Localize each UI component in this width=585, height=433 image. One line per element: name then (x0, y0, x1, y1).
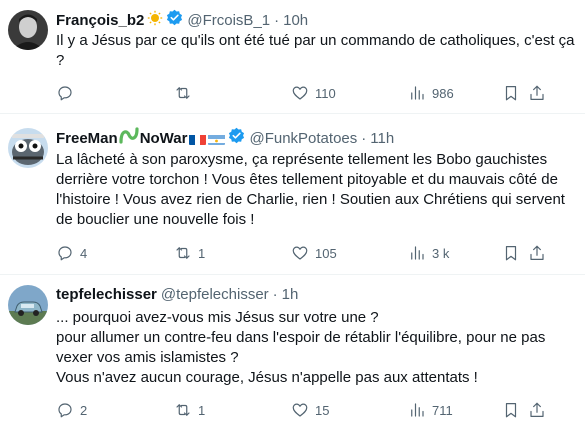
views-count: 3 k (432, 245, 450, 261)
share-button[interactable] (528, 401, 546, 419)
handle[interactable]: @tepfelechisser (161, 285, 269, 305)
views-button[interactable]: 711 (408, 401, 453, 419)
france-flag-icon (189, 133, 207, 145)
separator-dot: · (274, 11, 280, 29)
reply-button[interactable]: 4 (56, 244, 87, 262)
views-button[interactable]: 3 k (408, 244, 449, 262)
verified-badge-icon (228, 127, 245, 150)
display-name[interactable]: FreeMan (56, 129, 118, 149)
like-count: 15 (315, 402, 330, 418)
views-count: 711 (432, 402, 453, 418)
share-button[interactable] (528, 244, 546, 262)
share-icon (530, 402, 544, 417)
like-button[interactable]: 105 (291, 244, 337, 262)
like-icon (292, 246, 308, 260)
peace-symbol-icon (119, 127, 139, 150)
reply-icon (58, 86, 72, 101)
views-count: 986 (432, 85, 454, 101)
action-bar: 110 986 (56, 84, 576, 104)
argentina-flag-icon (208, 133, 226, 145)
handle[interactable]: @FrcoisB_1 (187, 11, 270, 31)
tweet-3[interactable]: tepfelechisser @tepfelechisser · 1h ... … (0, 275, 585, 433)
tweet-text: Il y a Jésus par ce qu'ils ont été tué p… (56, 32, 575, 69)
retweet-button[interactable]: 1 (174, 401, 205, 419)
reply-count: 4 (80, 245, 88, 261)
views-icon (411, 86, 424, 100)
reply-icon (58, 246, 72, 261)
action-bar: 2 1 15 711 (56, 401, 576, 421)
retweet-icon (176, 87, 190, 99)
avatar[interactable] (8, 285, 48, 325)
retweet-icon (176, 404, 190, 416)
views-icon (411, 246, 424, 260)
views-button[interactable]: 986 (408, 84, 454, 102)
separator-dot: · (272, 286, 278, 303)
action-bar: 4 1 105 3 k (56, 244, 576, 264)
sun-emoji-icon (147, 10, 163, 32)
reply-count: 2 (80, 402, 88, 418)
like-count: 110 (315, 85, 336, 101)
handle[interactable]: @FunkPotatoes (249, 129, 357, 149)
bookmark-icon (505, 246, 517, 261)
bookmark-button[interactable] (502, 84, 520, 102)
tweet-2[interactable]: FreeMan NoWar @FunkPotatoes · 11h La lâc… (0, 114, 585, 274)
display-name[interactable]: François_b2 (56, 11, 144, 31)
like-icon (292, 86, 308, 100)
like-button[interactable]: 110 (291, 84, 336, 102)
retweet-count: 1 (198, 402, 206, 418)
tweet-text: La lâcheté à son paroxysme, ça représent… (56, 151, 565, 228)
share-icon (530, 85, 544, 100)
avatar[interactable] (8, 128, 48, 168)
reply-icon (58, 403, 72, 418)
tweet-1[interactable]: François_b2 @FrcoisB_1 · 10h Il y a Jésu… (0, 0, 585, 113)
timestamp[interactable]: 10h (283, 11, 308, 31)
retweet-count: 1 (198, 245, 206, 261)
avatar[interactable] (8, 10, 48, 50)
views-icon (411, 403, 424, 417)
timestamp[interactable]: 1h (282, 285, 299, 305)
like-button[interactable]: 15 (291, 401, 329, 419)
retweet-icon (176, 247, 190, 259)
bookmark-button[interactable] (502, 244, 520, 262)
share-icon (530, 245, 544, 260)
display-name-suffix[interactable]: NoWar (140, 129, 188, 149)
timestamp[interactable]: 11h (370, 129, 394, 149)
tweet-text: ... pourquoi avez-vous mis Jésus sur vot… (56, 309, 546, 386)
reply-button[interactable] (56, 84, 80, 102)
bookmark-icon (505, 403, 517, 418)
share-button[interactable] (528, 84, 546, 102)
bookmark-button[interactable] (502, 401, 520, 419)
bookmark-icon (505, 86, 517, 101)
verified-badge-icon (166, 9, 183, 32)
retweet-button[interactable] (174, 84, 198, 102)
display-name[interactable]: tepfelechisser (56, 285, 157, 305)
like-count: 105 (315, 245, 337, 261)
separator-dot: · (361, 129, 367, 147)
retweet-button[interactable]: 1 (174, 244, 205, 262)
reply-button[interactable]: 2 (56, 401, 87, 419)
like-icon (292, 403, 308, 417)
